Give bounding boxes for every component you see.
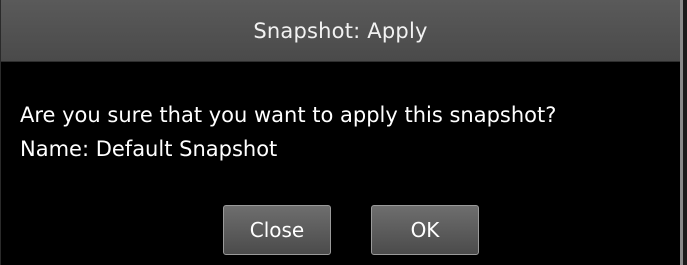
- dialog-message: Are you sure that you want to apply this…: [20, 98, 556, 166]
- dialog-title: Snapshot: Apply: [253, 18, 428, 43]
- dialog-titlebar: Snapshot: Apply: [1, 0, 680, 62]
- ok-button[interactable]: OK: [371, 205, 479, 255]
- snapshot-apply-dialog: Snapshot: Apply Are you sure that you wa…: [0, 0, 683, 265]
- close-button[interactable]: Close: [223, 205, 331, 255]
- confirm-question: Are you sure that you want to apply this…: [20, 103, 557, 127]
- snapshot-name: Name: Default Snapshot: [20, 137, 278, 161]
